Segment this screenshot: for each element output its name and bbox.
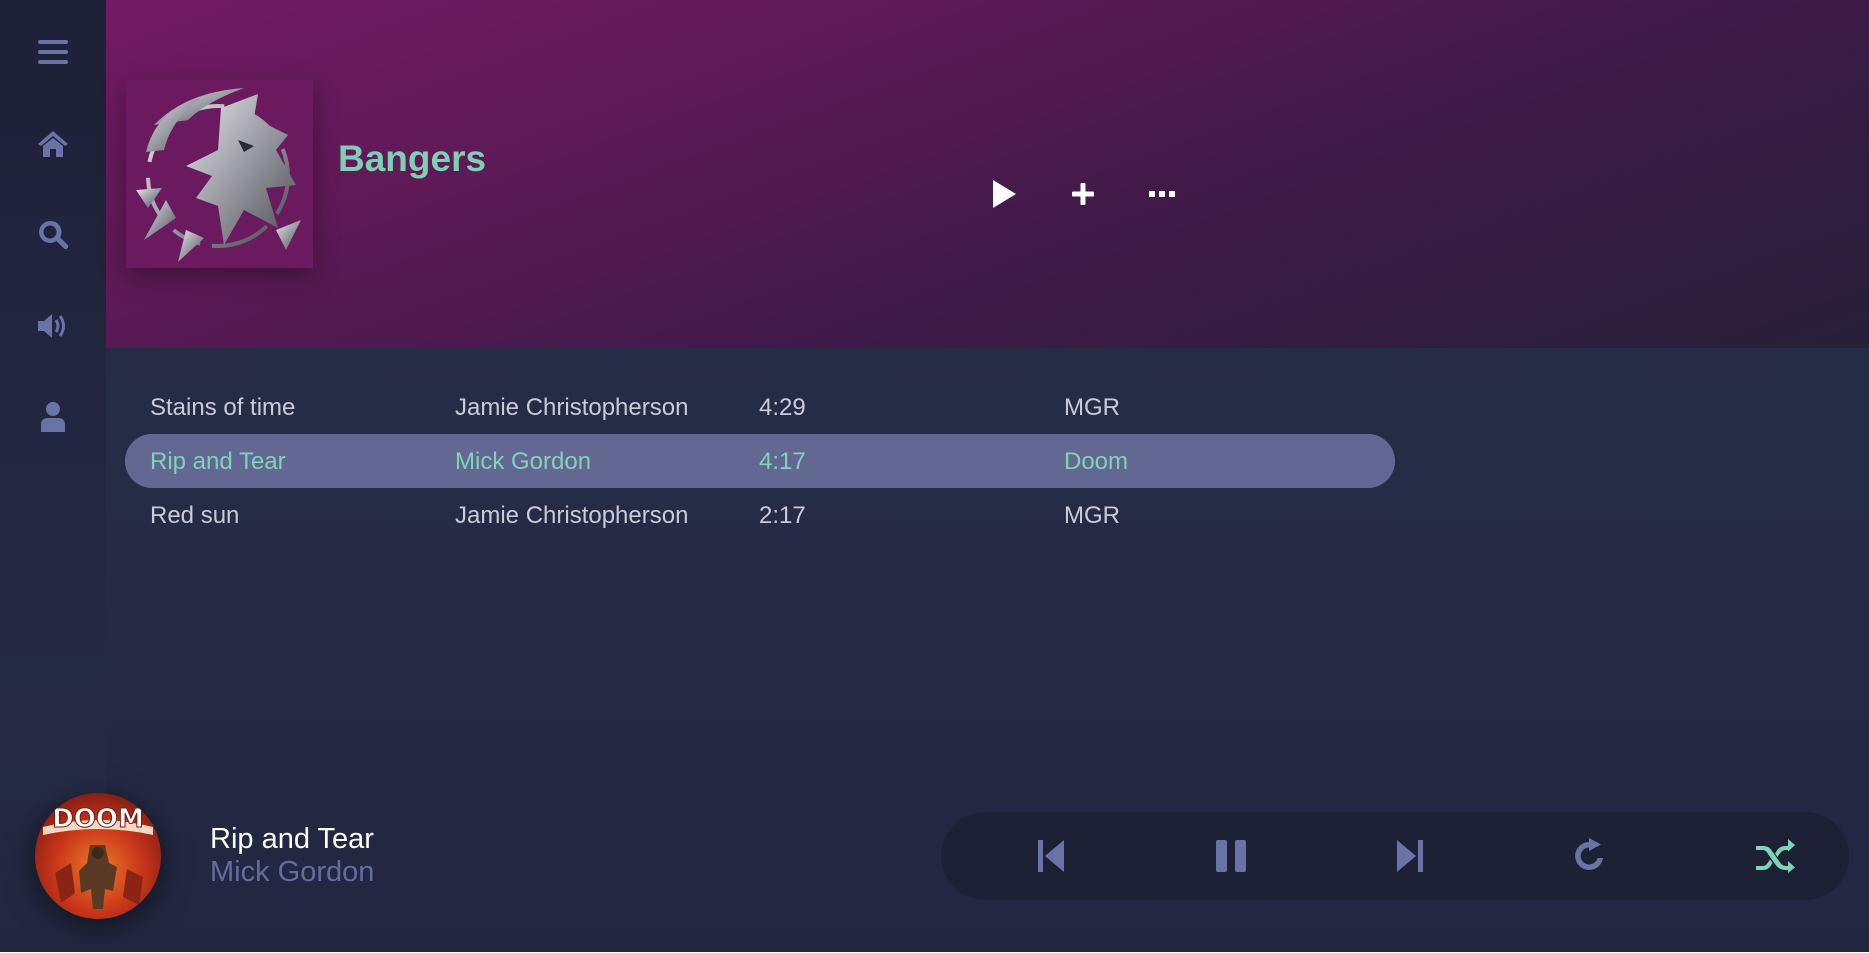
menu-button[interactable]	[27, 26, 79, 78]
home-button[interactable]	[27, 118, 79, 170]
track-duration: 4:29	[759, 394, 806, 421]
home-icon	[38, 131, 68, 157]
plus-icon	[1072, 183, 1094, 205]
shuffle-icon	[1756, 839, 1795, 873]
track-list: Stains of time Jamie Christopherson 4:29…	[125, 380, 1395, 542]
now-playing-album-art: DOOM	[35, 793, 161, 919]
track-album: MGR	[1064, 394, 1120, 421]
profile-button[interactable]	[27, 391, 79, 443]
skip-back-icon	[1038, 840, 1064, 872]
track-album: MGR	[1064, 502, 1120, 529]
svg-text:DOOM: DOOM	[52, 804, 144, 834]
repeat-icon	[1575, 838, 1603, 870]
playlist-cover-art	[126, 80, 313, 268]
playlist-header: Bangers	[106, 0, 1869, 348]
track-title: Rip and Tear	[150, 448, 286, 475]
track-artist: Jamie Christopherson	[455, 394, 689, 421]
search-icon	[39, 220, 69, 250]
player-controls	[941, 812, 1849, 900]
track-title: Stains of time	[150, 394, 296, 421]
play-playlist-button[interactable]	[980, 170, 1028, 218]
play-icon	[993, 180, 1016, 208]
doom-cover-art: DOOM	[35, 793, 161, 919]
track-row[interactable]: Stains of time Jamie Christopherson 4:29…	[125, 380, 1395, 434]
track-duration: 2:17	[759, 502, 806, 529]
next-track-button[interactable]	[1386, 832, 1434, 880]
previous-track-button[interactable]	[1027, 832, 1075, 880]
user-icon	[41, 402, 65, 432]
search-button[interactable]	[27, 209, 79, 261]
music-player-app: Bangers Stains of time Jamie Christopher…	[0, 0, 1869, 952]
pause-button[interactable]	[1207, 832, 1255, 880]
track-artist: Mick Gordon	[455, 448, 592, 475]
track-row[interactable]: Red sun Jamie Christopherson 2:17 MGR	[125, 488, 1395, 542]
track-row-active[interactable]: Rip and Tear Mick Gordon 4:17 Doom	[125, 434, 1395, 488]
ellipsis-icon	[1149, 191, 1175, 197]
add-button[interactable]	[1059, 170, 1107, 218]
more-options-button[interactable]	[1138, 170, 1186, 218]
track-duration: 4:17	[759, 448, 806, 475]
now-playing-artist: Mick Gordon	[210, 856, 375, 888]
track-artist: Jamie Christopherson	[455, 502, 689, 529]
repeat-button[interactable]	[1565, 832, 1613, 880]
wolf-medallion-art	[126, 80, 313, 268]
sidebar	[0, 0, 106, 800]
track-title: Red sun	[150, 502, 240, 529]
now-playing-title: Rip and Tear	[210, 823, 374, 855]
pause-icon	[1216, 840, 1246, 872]
skip-forward-icon	[1397, 840, 1423, 872]
shuffle-button[interactable]	[1751, 832, 1799, 880]
volume-icon	[38, 314, 65, 338]
hamburger-icon	[38, 40, 68, 64]
volume-button[interactable]	[27, 300, 79, 352]
track-album: Doom	[1064, 448, 1129, 475]
playlist-title: Bangers	[338, 138, 487, 179]
